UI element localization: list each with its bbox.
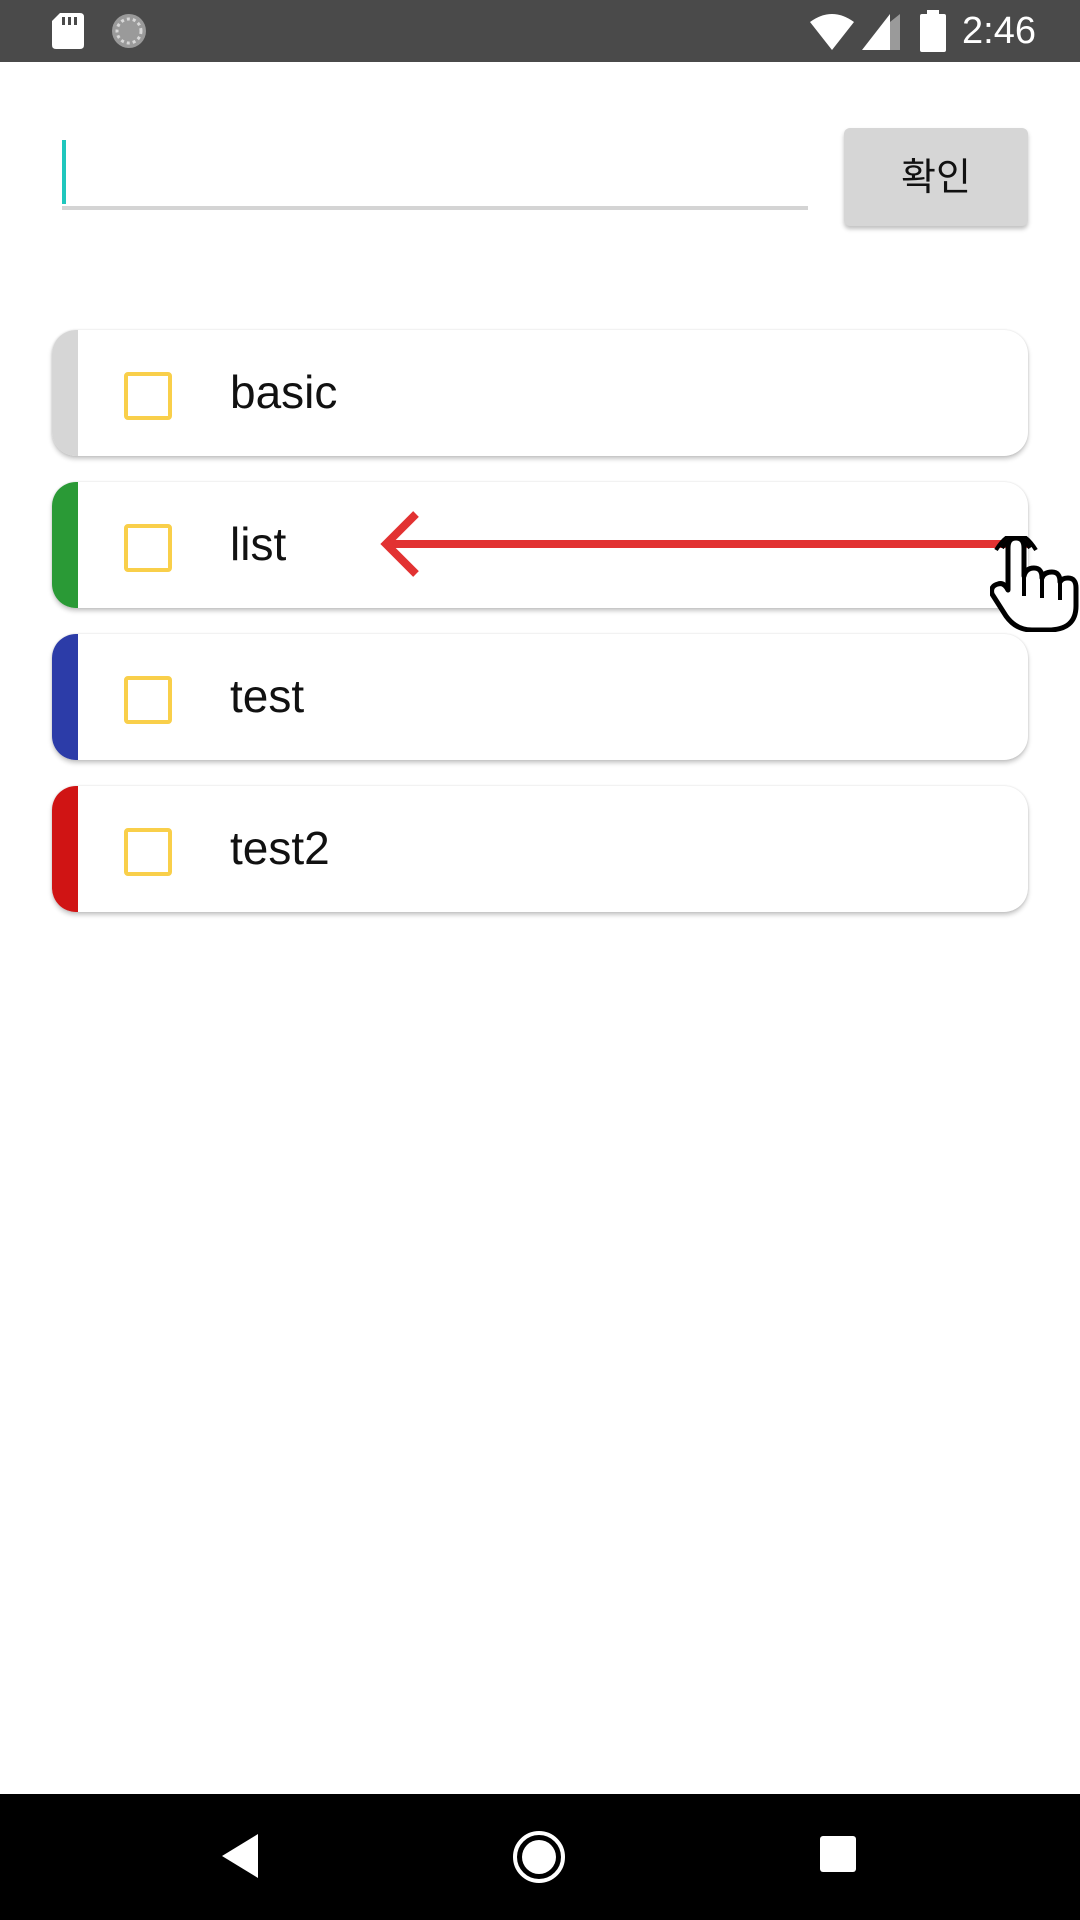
list-item[interactable]: test	[52, 634, 1028, 760]
checkbox[interactable]	[124, 372, 172, 420]
back-icon[interactable]	[222, 1834, 258, 1878]
app-screen: 2:46 확인 basic list test test2	[0, 0, 1080, 1920]
list-item-label: basic	[230, 366, 338, 418]
category-color-bar	[52, 330, 78, 456]
battery-icon	[920, 10, 946, 52]
category-color-bar	[52, 482, 78, 608]
todo-input-wrapper	[62, 130, 808, 214]
checkbox[interactable]	[124, 828, 172, 876]
todo-list: basic list test test2	[52, 330, 1028, 938]
status-bar: 2:46	[0, 0, 1080, 62]
status-time: 2:46	[962, 10, 1036, 52]
list-item[interactable]: test2	[52, 786, 1028, 912]
todo-input[interactable]	[62, 130, 808, 210]
sd-card-icon	[52, 13, 84, 49]
list-item-label: test	[230, 670, 305, 722]
list-item-label: list	[230, 518, 287, 570]
confirm-button[interactable]: 확인	[844, 128, 1028, 226]
wifi-icon	[810, 14, 854, 50]
navigation-bar	[0, 1794, 1080, 1920]
category-color-bar	[52, 786, 78, 912]
checkbox[interactable]	[124, 524, 172, 572]
checkbox[interactable]	[124, 676, 172, 724]
list-item[interactable]: basic	[52, 330, 1028, 456]
list-item[interactable]: list	[52, 482, 1028, 608]
recents-icon[interactable]	[820, 1836, 856, 1872]
signal-icon	[862, 14, 900, 50]
list-item-label: test2	[230, 822, 330, 874]
category-color-bar	[52, 634, 78, 760]
text-cursor	[62, 140, 66, 204]
home-icon[interactable]	[512, 1830, 566, 1884]
sync-icon	[112, 14, 146, 48]
